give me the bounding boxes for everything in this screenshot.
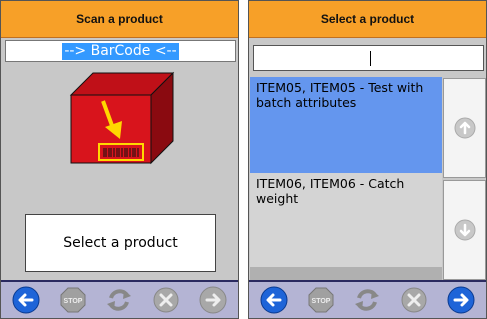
text-caret [370, 51, 371, 66]
refresh-icon[interactable] [104, 285, 134, 315]
list-item[interactable]: ITEM05, ITEM05 - Test with batch attribu… [250, 77, 442, 173]
screen-title: Scan a product [1, 1, 238, 38]
forward-icon[interactable] [446, 285, 476, 315]
scan-product-screen: Scan a product --> BarCode <-- Select a … [0, 0, 239, 319]
barcode-input[interactable]: --> BarCode <-- [5, 40, 236, 62]
footer-toolbar: STOP [1, 280, 238, 318]
select-product-screen: Select a product ITEM05, ITEM05 - Test w… [248, 0, 487, 319]
back-icon[interactable] [11, 285, 41, 315]
svg-text:STOP: STOP [63, 298, 82, 305]
product-list: ITEM05, ITEM05 - Test with batch attribu… [250, 77, 442, 281]
screen-title: Select a product [249, 1, 486, 38]
back-icon[interactable] [259, 285, 289, 315]
stop-icon[interactable]: STOP [58, 285, 88, 315]
list-item-label: ITEM06, ITEM06 - Catch weight [256, 176, 405, 206]
barcode-placeholder: --> BarCode <-- [62, 42, 179, 60]
list-horizontal-bar [250, 267, 442, 281]
cancel-icon[interactable] [399, 285, 429, 315]
scan-box-icon [69, 71, 175, 165]
list-item[interactable]: ITEM06, ITEM06 - Catch weight [250, 173, 442, 267]
scroll-up-button[interactable] [443, 78, 486, 178]
svg-text:STOP: STOP [311, 298, 330, 305]
list-item-label: ITEM05, ITEM05 - Test with batch attribu… [256, 80, 424, 110]
scroll-down-button[interactable] [443, 180, 486, 280]
cancel-icon[interactable] [151, 285, 181, 315]
list-scroll-column [442, 77, 486, 281]
select-product-button[interactable]: Select a product [25, 214, 216, 272]
refresh-icon[interactable] [352, 285, 382, 315]
stop-icon[interactable]: STOP [306, 285, 336, 315]
up-arrow-icon [454, 117, 475, 139]
forward-icon[interactable] [198, 285, 228, 315]
search-input[interactable] [253, 45, 484, 71]
down-arrow-icon [454, 219, 475, 241]
footer-toolbar: STOP [249, 280, 486, 318]
